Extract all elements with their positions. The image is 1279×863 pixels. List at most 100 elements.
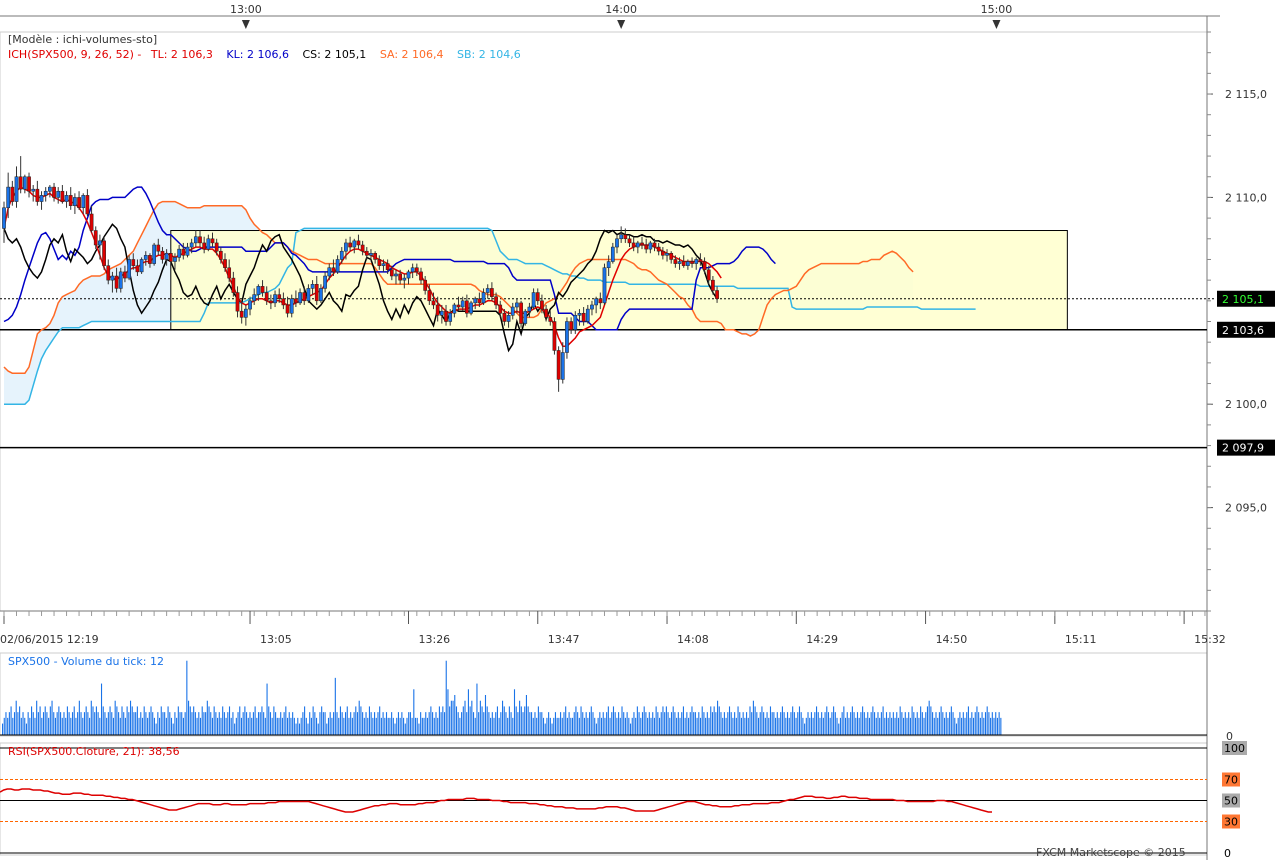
volume-bar: [594, 717, 596, 735]
volume-bar: [851, 706, 853, 735]
volume-bar: [725, 717, 727, 735]
volume-bar: [672, 706, 674, 735]
volume-bar: [635, 717, 637, 735]
candle-body: [81, 195, 86, 209]
volume-bar: [131, 706, 133, 735]
volume-bar: [472, 712, 475, 735]
volume-bar: [218, 712, 220, 735]
volume-bar: [761, 706, 763, 735]
volume-bar: [962, 712, 964, 735]
volume-bar: [938, 712, 940, 735]
legend-kl: KL: 2 106,6: [226, 48, 289, 61]
volume-bar: [850, 712, 852, 735]
volume-bar: [793, 712, 795, 735]
volume-bar: [602, 712, 604, 735]
volume-bar: [751, 712, 753, 735]
candle-body: [414, 267, 419, 273]
top-time-marker-0: [241, 20, 250, 29]
candle-body: [552, 321, 557, 351]
volume-bar: [421, 717, 423, 735]
rsi-level-label-30: 30: [1224, 816, 1238, 829]
volume-bar: [145, 712, 147, 735]
volume-bar: [164, 712, 166, 735]
volume-bar: [194, 712, 196, 735]
volume-bar: [118, 712, 120, 735]
candle-body: [519, 302, 523, 324]
candle-body: [498, 304, 503, 314]
volume-bar: [648, 712, 650, 735]
volume-bar: [49, 706, 51, 735]
volume-bar: [300, 717, 302, 735]
volume-bar: [612, 706, 615, 735]
candle-body: [164, 253, 169, 260]
volume-bar: [140, 712, 142, 735]
volume-bar: [220, 717, 222, 735]
volume-bar: [921, 712, 923, 735]
candle-body: [306, 288, 311, 302]
candle-body: [39, 195, 44, 202]
volume-bar: [710, 706, 712, 735]
candle-body: [189, 242, 194, 248]
volume-bar: [735, 717, 737, 735]
volume-bar: [933, 717, 935, 735]
candle-body: [702, 261, 707, 271]
xtick-label-1: 13:05: [260, 633, 292, 646]
candle-body: [60, 190, 65, 202]
volume-bar: [920, 706, 922, 735]
volume-bar: [205, 712, 207, 735]
candle-body: [106, 265, 111, 281]
volume-bar: [757, 717, 760, 735]
candle-body: [18, 176, 23, 190]
volume-bar: [157, 712, 159, 735]
volume-bar: [78, 700, 80, 735]
candle-body: [560, 352, 565, 380]
volume-bar: [660, 712, 662, 735]
volume-bar: [302, 712, 304, 735]
volume-bar: [952, 712, 954, 735]
volume-bar: [54, 717, 57, 735]
volume-bar: [595, 723, 597, 735]
volume-bar: [27, 712, 29, 735]
candle-body: [210, 238, 215, 244]
volume-bar: [577, 712, 579, 735]
volume-bar: [698, 712, 700, 735]
volume-bar: [222, 706, 224, 735]
volume-bar: [629, 723, 632, 735]
candle-body: [223, 259, 227, 268]
volume-bar: [341, 712, 343, 735]
volume-bar: [244, 706, 246, 735]
xtick-label-4: 14:08: [677, 633, 709, 646]
volume-bar: [358, 700, 360, 735]
volume-bar: [336, 712, 338, 735]
candle-body: [339, 250, 344, 260]
volume-bar: [454, 695, 456, 735]
volume-bar: [261, 706, 263, 735]
volume-bar: [558, 717, 560, 735]
volume-bar: [428, 712, 430, 735]
volume-bar: [711, 712, 714, 735]
volume-bar: [819, 717, 821, 735]
volume-bar: [976, 706, 978, 735]
volume-bar: [418, 723, 420, 735]
volume-bar: [65, 717, 67, 735]
candle-body: [610, 246, 615, 262]
volume-bar: [517, 712, 519, 735]
volume-bar: [147, 717, 149, 735]
candle-body: [273, 294, 277, 304]
volume-bar: [58, 706, 60, 735]
volume-bar: [256, 717, 258, 735]
volume-bar: [196, 717, 198, 735]
volume-bar: [319, 712, 321, 735]
volume-bar: [382, 712, 384, 735]
volume-bar: [829, 717, 831, 735]
volume-bar: [705, 717, 707, 735]
volume-bar: [899, 706, 901, 735]
volume-bar: [549, 717, 551, 735]
volume-bar: [508, 706, 510, 735]
volume-bar: [112, 717, 115, 735]
volume-bar: [10, 706, 12, 735]
chart-svg[interactable]: 2 103,6 2 097,9 2 105,1 2 115,0 2 110,0 2 10…: [0, 0, 1279, 860]
candle-body: [23, 176, 27, 190]
volume-bar: [232, 712, 234, 735]
ytick-label-1: 2 110,0: [1225, 191, 1267, 204]
